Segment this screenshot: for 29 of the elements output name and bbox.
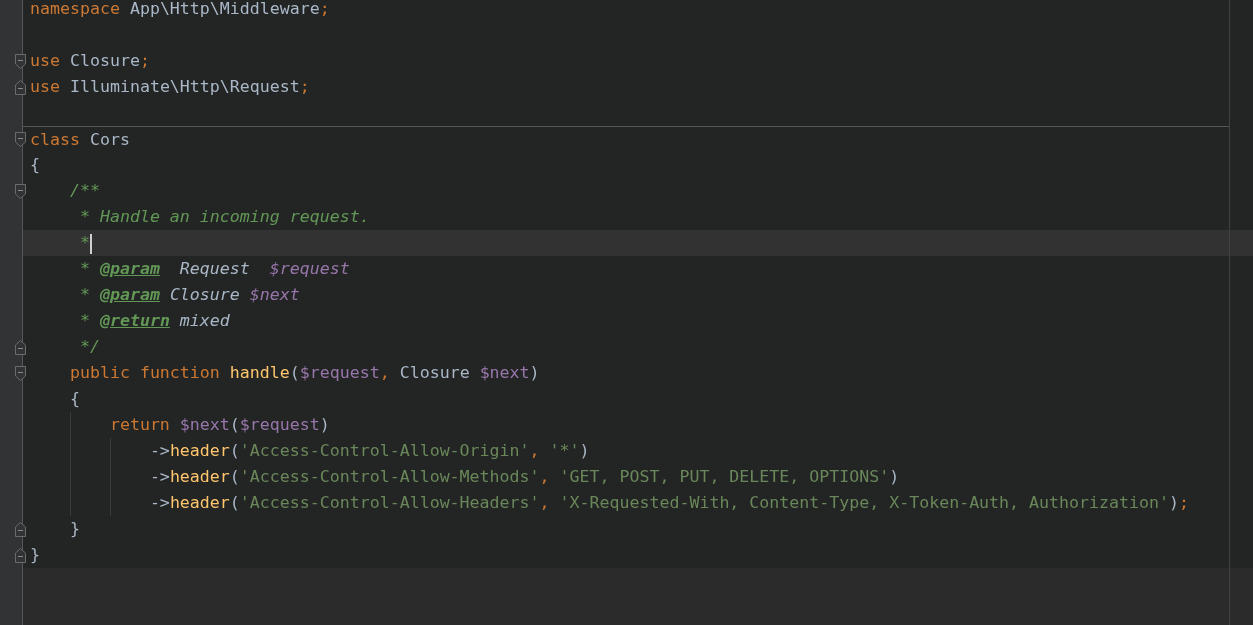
fold-icon[interactable] [15,366,26,381]
code-line: use Closure; [30,51,150,70]
fold-icon[interactable] [15,54,26,69]
code-line: ->header('Access-Control-Allow-Headers', 'X-Requested-With, Content-Type, X-Token-Auth, Authorization'); [148,493,1189,512]
code-line: * @param Request $request [78,259,350,278]
code-line: * Handle an incoming request. [78,207,370,226]
code-line: public function handle($request, Closure $next) [68,363,540,382]
fold-icon[interactable] [15,522,26,537]
fold-icon[interactable] [15,132,26,147]
code-line: * [78,233,90,252]
fold-icon[interactable] [15,80,26,95]
code-line: /** [68,181,100,200]
code-line: */ [78,337,100,356]
fold-icon[interactable] [15,548,26,563]
code-line: use Illuminate\Http\Request; [30,77,310,96]
code-line: class Cors [30,130,130,149]
code-line: namespace App\Http\Middleware; [30,0,330,18]
fold-icon[interactable] [15,184,26,199]
code-line: ->header('Access-Control-Allow-Origin', '*') [148,441,590,460]
fold-icon[interactable] [15,340,26,355]
code-line: return $next($request) [108,415,330,434]
code-line: } [30,545,40,564]
code-line: * @return mixed [78,311,230,330]
code-line: ->header('Access-Control-Allow-Methods', 'GET, POST, PUT, DELETE, OPTIONS') [148,467,900,486]
code-line: * @param Closure $next [78,285,300,304]
code-line: { [30,155,40,174]
text-caret [89,233,92,254]
code-line: } [68,519,80,538]
code-line: { [68,389,80,408]
